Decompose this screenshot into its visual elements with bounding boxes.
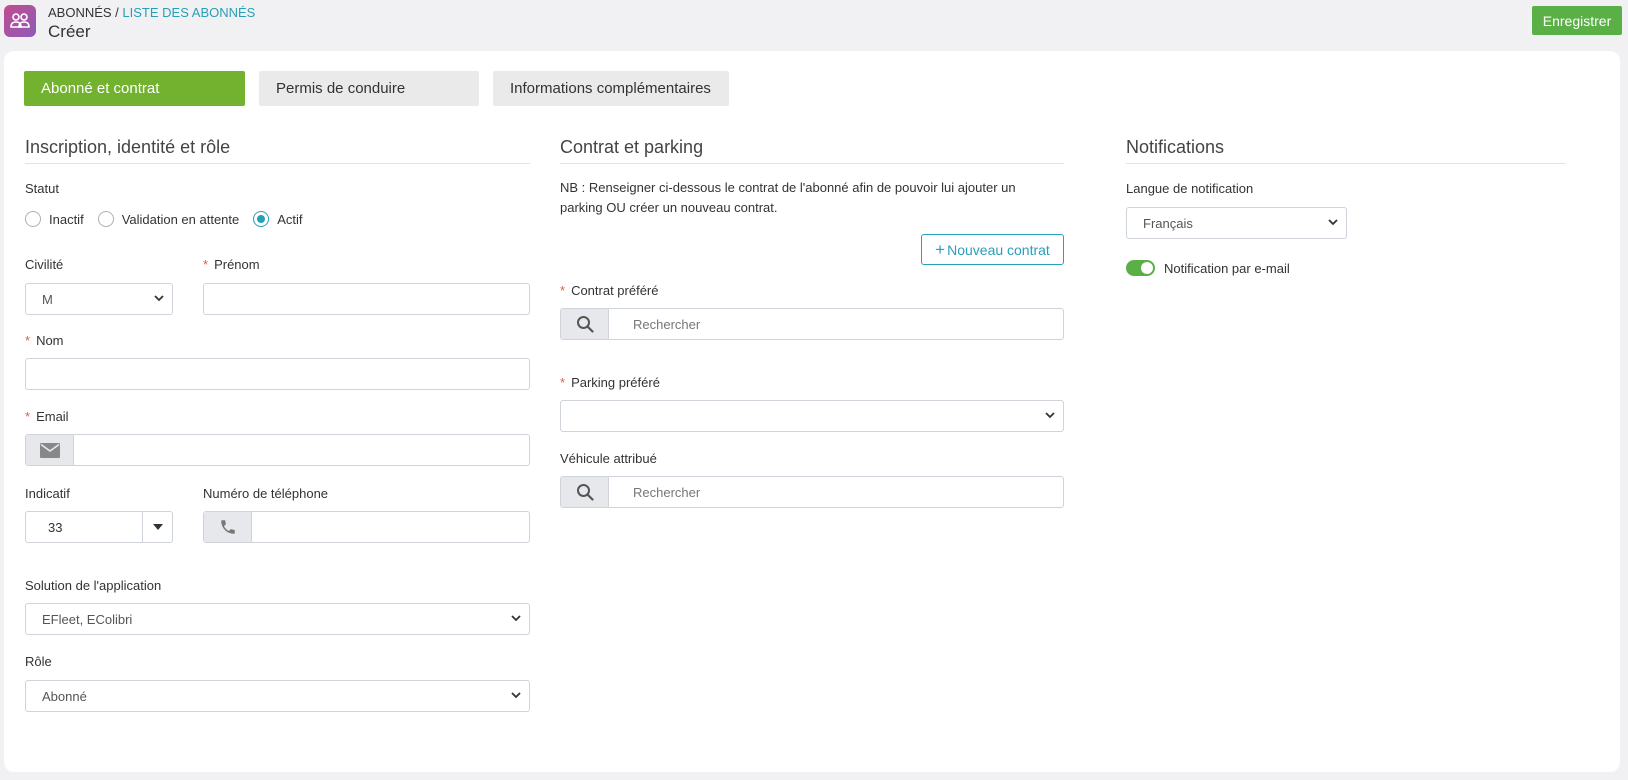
chevron-down-icon (511, 692, 521, 699)
phone-label: Numéro de téléphone (203, 486, 329, 501)
phone-icon (220, 520, 235, 534)
radio-inactive[interactable] (25, 211, 41, 227)
language-value: Français (1143, 215, 1193, 231)
firstname-label-text: Prénom (214, 257, 260, 272)
phone-field[interactable] (203, 511, 530, 543)
page-title: Créer (48, 22, 91, 41)
breadcrumb-root: ABONNÉS / (48, 5, 119, 20)
section-title-contract: Contrat et parking (560, 137, 1064, 164)
email-label-text: Email (36, 409, 69, 424)
email-notification-label: Notification par e-mail (1164, 261, 1290, 276)
search-addon (561, 309, 609, 339)
radio-active[interactable] (253, 211, 270, 227)
lastname-label: * Nom (25, 333, 64, 348)
preferred-parking-label-text: Parking préféré (571, 375, 660, 390)
lastname-label-text: Nom (36, 333, 64, 348)
dial-code-value: 33 (48, 519, 63, 535)
dial-code-select[interactable]: 33 (25, 511, 173, 543)
app-solution-label: Solution de l'application (25, 578, 162, 593)
role-label: Rôle (25, 654, 52, 669)
language-select[interactable]: Français (1126, 207, 1347, 239)
role-select[interactable]: Abonné (25, 680, 530, 712)
preferred-contract-label: * Contrat préféré (560, 283, 659, 298)
radio-pending-validation-label: Validation en attente (121, 211, 240, 227)
vehicle-search[interactable]: Rechercher (560, 476, 1064, 508)
email-addon (26, 435, 74, 465)
tab-subscriber-contract[interactable]: Abonné et contrat (24, 71, 245, 106)
caret-down-icon (152, 524, 163, 530)
contract-note: NB : Renseigner ci-dessous le contrat de… (560, 178, 1064, 218)
lastname-input[interactable] (25, 358, 530, 390)
preferred-contract-label-text: Contrat préféré (571, 283, 659, 298)
dial-code-toggle[interactable] (142, 512, 172, 542)
breadcrumb-link-subscribers[interactable]: LISTE DES ABONNÉS (122, 5, 255, 20)
chevron-down-icon (154, 295, 164, 302)
radio-pending-validation[interactable] (97, 211, 114, 227)
breadcrumb: ABONNÉS / LISTE DES ABONNÉS (48, 5, 255, 20)
civility-value: M (42, 291, 53, 307)
app-solution-select[interactable]: EFleet, EColibri (25, 603, 530, 635)
required-mark: * (25, 409, 31, 424)
firstname-label: * Prénom (203, 257, 260, 272)
envelope-icon (39, 442, 60, 458)
radio-inactive-label: Inactif (49, 211, 84, 227)
new-contract-label: Nouveau contrat (947, 241, 1050, 258)
tab-driving-license[interactable]: Permis de conduire (259, 71, 479, 106)
chevron-down-icon (511, 615, 521, 622)
required-mark: * (203, 257, 209, 272)
new-contract-button[interactable]: + Nouveau contrat (921, 234, 1064, 265)
required-mark: * (560, 375, 566, 390)
radio-active-label: Actif (277, 211, 303, 227)
search-icon (576, 484, 594, 501)
section-title-identity: Inscription, identité et rôle (25, 137, 530, 164)
email-label: * Email (25, 409, 69, 424)
app-solution-value: EFleet, EColibri (42, 611, 133, 627)
plus-icon: + (935, 239, 946, 259)
save-button[interactable]: Enregistrer (1532, 6, 1622, 35)
search-addon (561, 477, 609, 507)
chevron-down-icon (1045, 412, 1055, 419)
role-value: Abonné (42, 688, 87, 704)
status-radio-group: Inactif Validation en attente Actif (25, 211, 303, 227)
preferred-parking-select[interactable] (560, 400, 1064, 432)
contract-note-line2: parking OU créer un nouveau contrat. (560, 200, 778, 215)
search-icon (576, 316, 594, 333)
civility-select[interactable]: M (25, 283, 173, 315)
app-icon (4, 5, 36, 37)
civility-label: Civilité (25, 257, 64, 272)
vehicle-placeholder: Rechercher (633, 484, 701, 500)
contract-note-line1: NB : Renseigner ci-dessous le contrat de… (560, 180, 1016, 195)
preferred-contract-search[interactable]: Rechercher (560, 308, 1064, 340)
required-mark: * (25, 333, 31, 348)
email-notification-toggle[interactable] (1126, 260, 1155, 276)
vehicle-label: Véhicule attribué (560, 451, 657, 466)
language-label: Langue de notification (1126, 181, 1254, 196)
chevron-down-icon (1328, 219, 1338, 226)
tab-additional-info[interactable]: Informations complémentaires (493, 71, 729, 106)
email-field[interactable] (25, 434, 530, 466)
phone-addon (204, 512, 252, 542)
status-label: Statut (25, 181, 59, 196)
preferred-contract-placeholder: Rechercher (633, 316, 701, 332)
preferred-parking-label: * Parking préféré (560, 375, 660, 390)
firstname-input[interactable] (203, 283, 530, 315)
required-mark: * (560, 283, 566, 298)
dial-code-label: Indicatif (25, 486, 70, 501)
users-icon (10, 13, 30, 28)
section-title-notifications: Notifications (1126, 137, 1566, 164)
